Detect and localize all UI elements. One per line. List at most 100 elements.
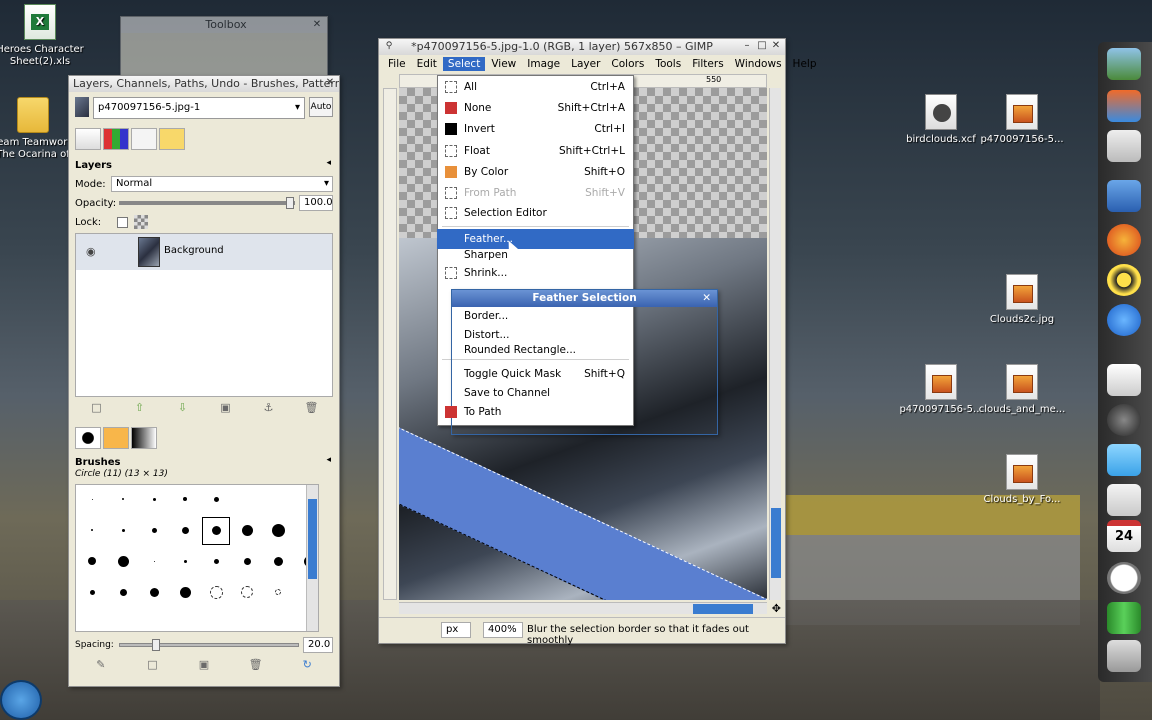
brush-preview[interactable]	[151, 527, 157, 533]
spacing-slider[interactable]	[119, 639, 299, 651]
desktop-shortcut-icon[interactable]	[1107, 48, 1141, 80]
tab-paths[interactable]	[131, 128, 157, 150]
radiation-icon[interactable]	[1107, 264, 1141, 296]
brush-preview[interactable]	[91, 498, 93, 500]
menu-item-save-to-channel[interactable]: Save to Channel	[437, 383, 634, 403]
menu-help[interactable]: Help	[788, 57, 822, 71]
edit-brush-icon[interactable]: ✎	[92, 658, 110, 672]
toolbox-window[interactable]: Toolbox ✕	[120, 16, 328, 82]
tab-layers[interactable]	[75, 128, 101, 150]
windows-logo-icon[interactable]	[1107, 90, 1141, 122]
menu-item-toggle-quick-mask[interactable]: Toggle Quick Mask Shift+Q	[437, 364, 634, 384]
eye-icon[interactable]: ◉	[86, 245, 96, 258]
brush-preview[interactable]	[273, 556, 283, 566]
lower-layer-icon[interactable]: ⇩	[174, 401, 192, 415]
desktop-icon-team-folder[interactable]: Team Teamwork The Ocarina of	[0, 97, 78, 161]
desktop-icon-p470097156-a[interactable]: p470097156-5...	[974, 94, 1070, 146]
menu-item-invert[interactable]: Invert Ctrl+I	[437, 119, 634, 139]
menu-file[interactable]: File	[383, 57, 411, 71]
clock-icon[interactable]	[1107, 562, 1141, 594]
brush-preview[interactable]	[153, 560, 155, 562]
vertical-scrollbar[interactable]	[769, 88, 781, 600]
menu-tools[interactable]: Tools	[650, 57, 686, 71]
opacity-slider[interactable]	[119, 197, 295, 209]
panel-menu-icon[interactable]: ◂	[326, 158, 331, 168]
spacing-slider-handle[interactable]	[151, 639, 160, 651]
menu-item-from-path[interactable]: From Path Shift+V	[437, 183, 634, 203]
duplicate-brush-icon[interactable]: ▣	[195, 658, 213, 672]
desktop-icon-clouds-by-fo[interactable]: Clouds_by_Fo...	[974, 454, 1070, 506]
auto-button[interactable]: Auto	[309, 97, 333, 117]
home-icon[interactable]	[1107, 484, 1141, 516]
tab-brushes[interactable]	[75, 427, 101, 449]
mail-icon[interactable]	[1107, 180, 1141, 212]
menu-item-shrink[interactable]: Shrink...	[437, 263, 634, 283]
navigate-icon[interactable]: ✥	[772, 602, 781, 615]
horizontal-scrollbar[interactable]	[399, 602, 767, 614]
desktop-icon-clouds2c[interactable]: Clouds2c.jpg	[974, 274, 1070, 326]
bird-icon[interactable]	[1107, 444, 1141, 476]
close-icon[interactable]: ✕	[770, 40, 782, 52]
unit-select[interactable]: px	[441, 622, 471, 638]
desktop-icon-heroes-sheet[interactable]: X Heroes Character Sheet(2).xls	[0, 4, 88, 68]
menu-view[interactable]: View	[486, 57, 521, 71]
firefox-icon[interactable]	[1107, 224, 1141, 256]
zoom-select[interactable]: 400%	[483, 622, 523, 638]
menu-colors[interactable]: Colors	[606, 57, 649, 71]
brush-preview[interactable]	[122, 498, 124, 500]
new-layer-icon[interactable]: □	[88, 401, 106, 415]
network-icon[interactable]	[1107, 130, 1141, 162]
delete-brush-icon[interactable]: 🗑	[247, 658, 265, 672]
scrollbar-thumb[interactable]	[771, 508, 781, 578]
layers-dock-window[interactable]: Layers, Channels, Paths, Undo - Brushes,…	[68, 75, 340, 687]
brush-preview[interactable]	[241, 586, 253, 598]
menu-item-to-path[interactable]: To Path	[437, 402, 634, 422]
spacing-field[interactable]: 20.0	[303, 637, 333, 653]
brush-preview[interactable]	[209, 585, 223, 599]
desktop-icon-clouds-and-me[interactable]: clouds_and_me...	[974, 364, 1070, 416]
brush-preview[interactable]	[213, 558, 219, 564]
vertical-ruler[interactable]	[383, 88, 397, 600]
brush-preview[interactable]	[271, 523, 285, 537]
menu-filters[interactable]: Filters	[687, 57, 728, 71]
start-button-icon[interactable]	[0, 680, 42, 720]
search-icon[interactable]	[1107, 304, 1141, 336]
tab-gradients[interactable]	[131, 427, 157, 449]
brush-preview[interactable]	[183, 497, 187, 501]
battery-icon[interactable]	[1107, 602, 1141, 634]
menu-item-by-color[interactable]: By Color Shift+O	[437, 162, 634, 182]
brush-preview[interactable]	[91, 529, 93, 531]
new-brush-icon[interactable]: □	[143, 658, 161, 672]
lock-pixels-checkbox[interactable]	[117, 216, 128, 228]
menu-windows[interactable]: Windows	[730, 57, 787, 71]
pen-icon[interactable]	[1107, 364, 1141, 396]
duplicate-layer-icon[interactable]: ▣	[217, 401, 235, 415]
brush-preview[interactable]	[89, 589, 95, 595]
brushes-grid[interactable]	[75, 484, 319, 632]
tab-patterns[interactable]	[103, 427, 129, 449]
menu-item-float[interactable]: Float Shift+Ctrl+L	[437, 141, 634, 161]
brush-preview[interactable]	[149, 587, 159, 597]
refresh-brushes-icon[interactable]: ↻	[298, 658, 316, 672]
menu-item-rounded-rectangle[interactable]: Rounded Rectangle...	[437, 340, 634, 360]
mode-select[interactable]: Normal ▾	[111, 176, 333, 192]
menu-edit[interactable]: Edit	[412, 57, 442, 71]
brush-preview[interactable]	[179, 586, 191, 598]
brush-preview[interactable]	[152, 497, 156, 501]
trash-icon[interactable]	[1107, 640, 1141, 672]
calendar-icon[interactable]: 24	[1107, 520, 1141, 552]
brush-preview[interactable]	[117, 555, 129, 567]
brush-preview[interactable]	[243, 557, 251, 565]
tab-channels[interactable]	[103, 128, 129, 150]
scrollbar-thumb[interactable]	[693, 604, 753, 614]
image-select[interactable]: p470097156-5.jpg-1 ▾	[93, 97, 305, 119]
raise-layer-icon[interactable]: ⇧	[131, 401, 149, 415]
opacity-field[interactable]: 100.0	[299, 195, 333, 211]
brush-preview[interactable]	[213, 496, 219, 502]
minimize-icon[interactable]: –	[741, 40, 753, 52]
menu-image[interactable]: Image	[522, 57, 565, 71]
scrollbar-thumb[interactable]	[308, 499, 317, 579]
brushes-scrollbar[interactable]	[306, 485, 318, 631]
close-icon[interactable]: ✕	[311, 19, 323, 31]
brush-preview[interactable]	[275, 589, 281, 595]
